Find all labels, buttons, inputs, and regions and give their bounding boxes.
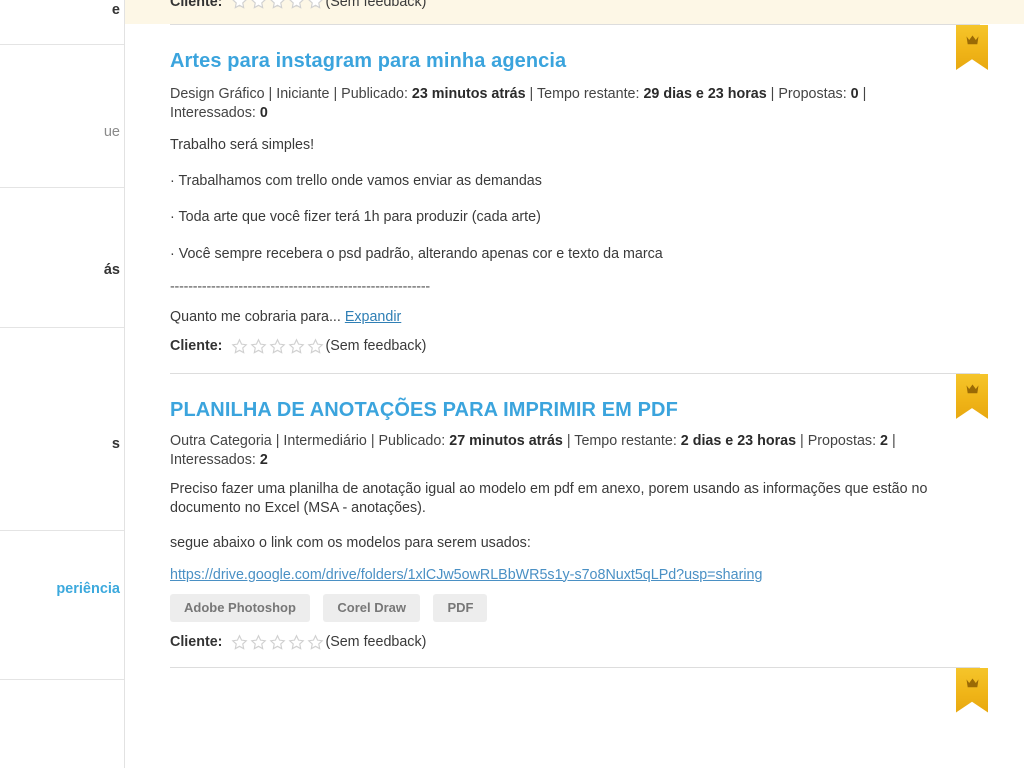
left-sidebar: e ue ás s periência [0,0,125,768]
star-icon [231,338,248,354]
star-icon [250,338,267,354]
skill-tag-list: Adobe Photoshop Corel Draw PDF [170,593,979,622]
published-label: Publicado: [341,86,408,102]
external-drive-link[interactable]: https://drive.google.com/drive/folders/1… [170,567,762,583]
interested-value: 2 [259,451,268,468]
job-level: Intermediário [283,432,367,449]
meta-sep: | [800,432,808,449]
job-title-link[interactable]: PLANILHA DE ANOTAÇÕES PARA IMPRIMIR EM P… [170,398,979,423]
meta-sep: | [862,86,867,102]
published-value: 27 minutos atrás [449,432,563,449]
star-icon [269,338,286,354]
skill-tag[interactable]: Corel Draw [323,593,421,622]
remaining-label: Tempo restante: [536,86,640,102]
remaining-label: Tempo restante: [574,432,677,449]
interested-label: Interessados: [170,451,256,468]
interested-value: 0 [259,104,268,121]
job-description-line: Preciso fazer uma planilha de anotação i… [170,480,928,516]
star-rating [231,633,324,651]
client-rating-row: Cliente: (Sem feedback) [170,0,979,10]
star-rating [231,0,324,10]
job-description-divider: ----------------------------------------… [170,278,430,295]
sidebar-divider [0,188,124,328]
proposals-label: Propostas: [778,86,847,102]
job-level: Iniciante [276,86,330,102]
star-icon [308,0,324,9]
client-label: Cliente: [170,338,223,355]
featured-crown-ribbon [956,667,988,713]
proposals-value: 2 [880,432,888,449]
job-category: Design Gráfico [170,86,265,102]
star-icon [232,0,248,9]
meta-sep: | [370,432,379,449]
job-card-next-partial[interactable] [125,667,1024,713]
proposals-value: 0 [850,86,859,102]
sidebar-text-fragment: e [111,2,120,18]
job-truncated-row: Quanto me cobraria para... Expandir [170,309,979,325]
expand-link[interactable]: Expandir [345,309,401,325]
sidebar-text-fragment: ue [103,124,120,140]
feedback-text: (Sem feedback) [325,338,427,355]
job-card-featured[interactable]: Cliente: (Sem feedback) [125,0,1024,24]
job-list: Cliente: (Sem feedback) Artes para insta… [125,0,1024,768]
job-description-line: Trabalho será simples! [170,136,315,153]
job-card-artes-instagram[interactable]: Artes para instagram para minha agencia … [125,25,1024,373]
star-icon [270,0,286,9]
star-icon [250,633,267,650]
job-description-line: · Trabalhamos com trello onde vamos envi… [170,173,542,190]
client-label: Cliente: [170,0,223,10]
job-description-line: · Toda arte que você fizer terá 1h para … [170,209,541,226]
star-icon [307,633,324,650]
star-icon [269,633,286,650]
crown-icon [966,384,978,394]
job-meta: Design Gráfico | Iniciante | Publicado: … [170,85,970,123]
feedback-text: (Sem feedback) [325,0,427,10]
client-label: Cliente: [170,634,223,651]
sidebar-text-fragment: ás [103,262,120,278]
feedback-text: (Sem feedback) [325,634,427,651]
remaining-value: 2 dias e 23 horas [680,432,797,449]
sidebar-link-fragment[interactable]: periência [56,581,120,597]
star-icon [288,338,305,354]
sidebar-divider [0,328,124,531]
proposals-label: Propostas: [807,432,877,449]
skill-tag[interactable]: Adobe Photoshop [170,593,310,622]
star-icon [231,633,248,650]
sidebar-divider [0,45,124,188]
job-description-line: segue abaixo o link com os modelos para … [170,535,531,552]
sidebar-divider [0,531,124,680]
sidebar-divider [0,0,124,45]
job-truncated-text: Quanto me cobraria para... [170,308,341,325]
job-title-link[interactable]: Artes para instagram para minha agencia [170,49,979,74]
star-icon [289,0,305,9]
job-card-planilha-anotacoes[interactable]: PLANILHA DE ANOTAÇÕES PARA IMPRIMIR EM P… [125,373,1024,667]
star-rating [231,338,324,355]
meta-sep: | [529,86,537,102]
crown-icon [966,35,978,45]
remaining-value: 29 dias e 23 horas [643,86,767,102]
meta-sep: | [891,432,896,449]
skill-tag[interactable]: PDF [433,593,488,622]
sidebar-text-fragment: s [111,436,120,452]
client-rating-row: Cliente: (Sem feedback) [170,633,979,651]
star-icon [251,0,267,9]
client-rating-row: Cliente: (Sem feedback) [170,338,979,355]
job-description-line: · Você sempre recebera o psd padrão, alt… [170,245,663,262]
star-icon [307,338,324,354]
interested-label: Interessados: [170,104,256,121]
published-value: 23 minutos atrás [411,86,526,102]
sidebar-divider [0,680,124,768]
job-category: Outra Categoria [170,432,272,449]
page-root: e ue ás s periência Cliente: (Sem feedba… [0,0,1024,768]
job-meta: Outra Categoria | Intermediário | Public… [170,432,970,470]
crown-icon [966,678,978,687]
published-label: Publicado: [378,432,446,449]
star-icon [288,633,305,650]
